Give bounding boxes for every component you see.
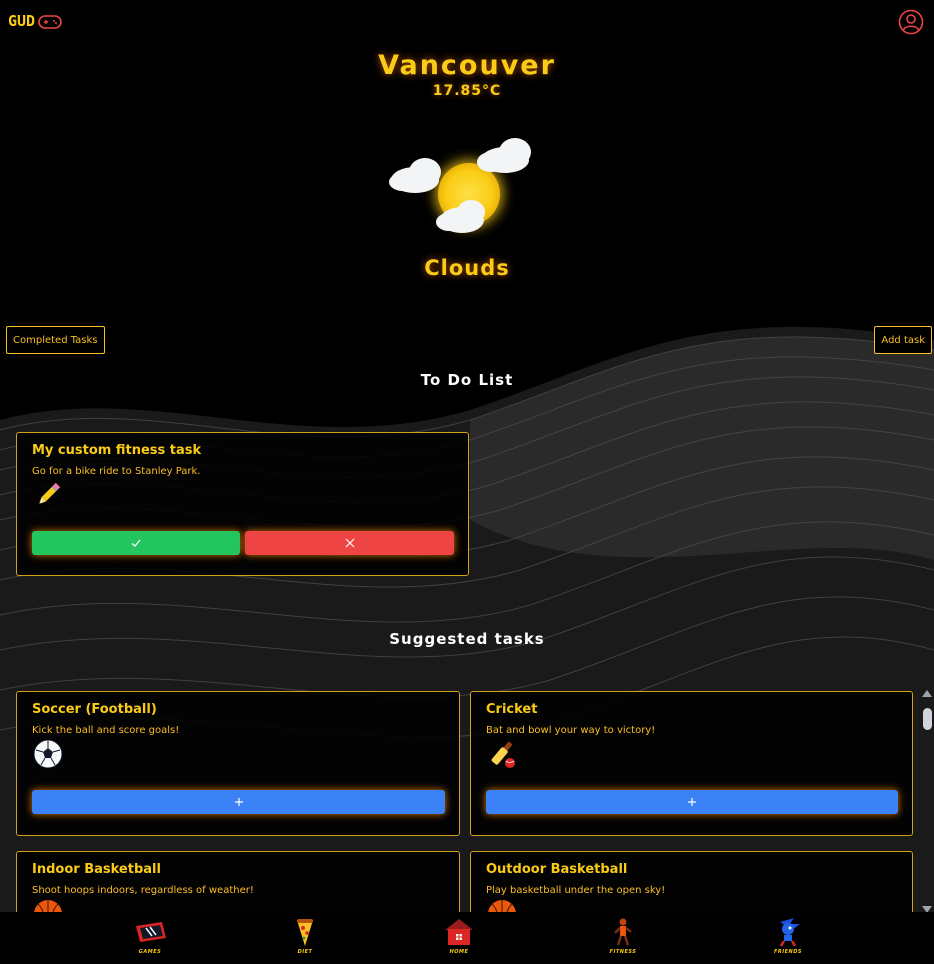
temperature: 17.85°C	[432, 83, 502, 99]
city-name: Vancouver	[378, 50, 556, 81]
suggested-title: Outdoor Basketball	[486, 862, 628, 877]
delete-task-button[interactable]	[245, 531, 454, 555]
weather-condition: Clouds	[424, 256, 510, 280]
suggested-description: Bat and bowl your way to victory!	[486, 725, 656, 736]
suggested-card: Soccer (Football) Kick the ball and scor…	[16, 691, 460, 836]
todo-card: My custom fitness task Go for a bike rid…	[16, 432, 469, 576]
friends-icon	[779, 918, 800, 947]
nav-label: DIET	[297, 949, 313, 955]
add-task-button[interactable]: Add task	[874, 326, 932, 354]
pencil-icon	[38, 482, 61, 505]
complete-task-button[interactable]	[32, 531, 240, 555]
soccer-ball-icon	[33, 739, 63, 769]
nav-games[interactable]: GAMES	[120, 916, 180, 962]
todo-description: Go for a bike ride to Stanley Park.	[32, 466, 201, 477]
completed-tasks-button[interactable]: Completed Tasks	[6, 326, 105, 354]
cricket-icon	[491, 741, 515, 768]
todo-heading: To Do List	[420, 371, 514, 389]
x-icon	[345, 538, 354, 548]
todo-title: My custom fitness task	[32, 443, 202, 458]
sun-behind-clouds-icon	[389, 138, 531, 233]
nav-home[interactable]: HOME	[429, 916, 489, 962]
bottom-nav: GAMES DIET HOME FITNESS FRIENDS	[0, 912, 934, 964]
app-logo[interactable]: GUD	[8, 12, 64, 32]
scroll-thumb[interactable]	[923, 708, 932, 730]
add-suggested-button[interactable]	[32, 790, 445, 814]
nav-label: HOME	[449, 949, 469, 955]
suggested-scrollbar[interactable]	[920, 690, 934, 914]
gamepad-icon	[38, 15, 62, 29]
games-icon	[136, 922, 166, 942]
nav-fitness[interactable]: FITNESS	[593, 916, 653, 962]
nav-label: FRIENDS	[774, 949, 802, 955]
suggested-card: Cricket Bat and bowl your way to victory…	[470, 691, 913, 836]
plus-icon	[688, 798, 696, 806]
scroll-up-arrow-icon[interactable]	[922, 690, 932, 697]
nav-label: GAMES	[138, 949, 162, 955]
suggested-title: Cricket	[486, 702, 538, 717]
pizza-icon	[297, 919, 313, 946]
user-circle-icon[interactable]	[898, 9, 924, 35]
add-suggested-button[interactable]	[486, 790, 898, 814]
plus-icon	[234, 798, 243, 806]
suggested-description: Play basketball under the open sky!	[486, 885, 666, 896]
fitness-icon	[614, 918, 632, 946]
logo-text: GUD	[8, 12, 36, 30]
suggested-description: Kick the ball and score goals!	[32, 725, 180, 736]
suggested-title: Soccer (Football)	[32, 702, 157, 717]
house-icon	[445, 919, 473, 945]
check-icon	[131, 539, 141, 547]
nav-friends[interactable]: FRIENDS	[758, 916, 818, 962]
weather-header: Vancouver 17.85°C	[0, 50, 934, 99]
nav-diet[interactable]: DIET	[275, 916, 335, 962]
suggested-description: Shoot hoops indoors, regardless of weath…	[32, 885, 254, 896]
suggested-heading: Suggested tasks	[389, 630, 545, 648]
suggested-title: Indoor Basketball	[32, 862, 161, 877]
nav-label: FITNESS	[609, 949, 637, 955]
